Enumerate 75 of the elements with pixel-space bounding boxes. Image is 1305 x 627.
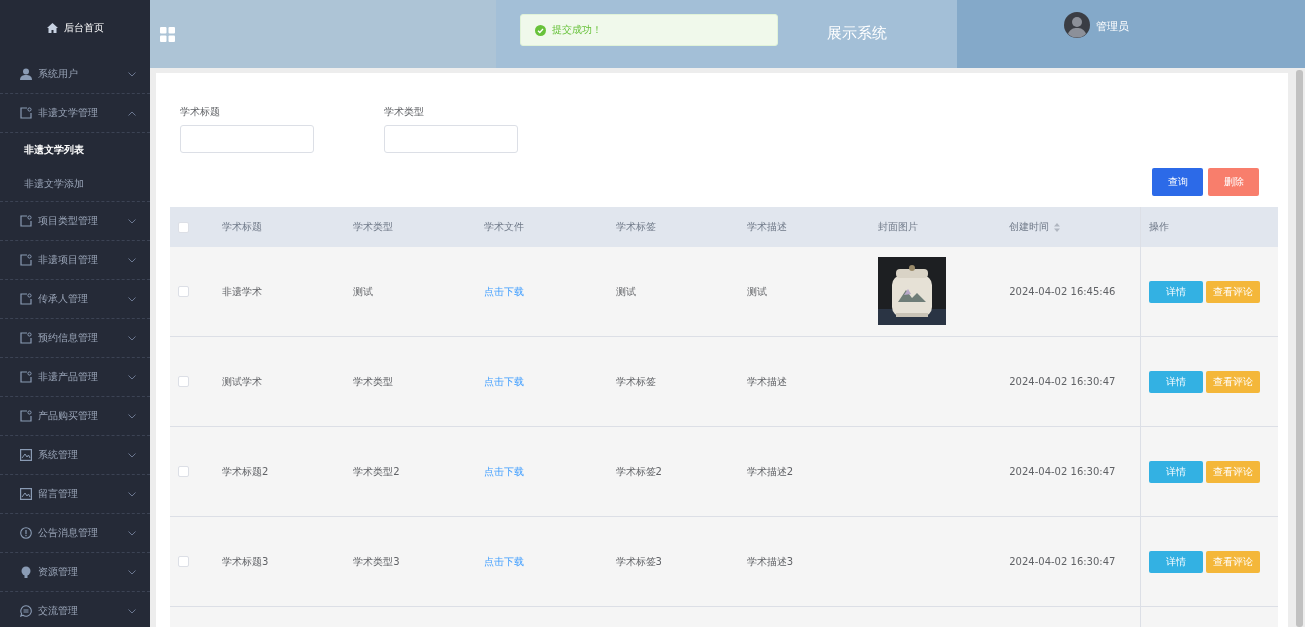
table-cell: 学术标题2	[222, 465, 269, 477]
table-cell: 2024-04-02 16:30:47	[1009, 376, 1116, 387]
user-icon	[20, 68, 32, 80]
document-icon	[20, 293, 32, 305]
grid-menu-icon[interactable]	[159, 26, 175, 42]
field-label: 学术类型	[384, 105, 425, 119]
document-icon	[20, 332, 32, 344]
column-header: 学术类型	[353, 221, 394, 232]
column-header: 创建时间	[1009, 221, 1050, 232]
document-icon	[20, 410, 32, 422]
scrollbar[interactable]	[1296, 70, 1303, 627]
table-cell: 学术类型2	[353, 465, 400, 477]
image-icon	[20, 488, 32, 500]
table-cell: 测试	[615, 285, 636, 297]
chevron-icon	[128, 110, 136, 116]
column-header: 学术文件	[484, 221, 525, 232]
table-cell: 学术描述3	[746, 555, 794, 567]
table-cell: 学术描述2	[746, 465, 794, 477]
table-cell: 非遗学术	[222, 285, 262, 297]
bulb-icon	[20, 566, 32, 578]
home-icon	[46, 22, 58, 33]
document-icon	[20, 215, 32, 227]
column-header: 学术标题	[222, 221, 262, 232]
column-header: 学术标签	[615, 221, 656, 232]
table-cell: 2024-04-02 16:45:46	[1009, 286, 1116, 297]
checkbox[interactable]	[178, 556, 189, 568]
chevron-icon	[128, 374, 136, 380]
chevron-icon	[128, 608, 136, 614]
toast-message: 提交成功！	[552, 23, 602, 37]
input-field[interactable]	[384, 125, 518, 153]
table-cell: 测试	[353, 285, 374, 297]
table-cell: 学术标签	[615, 375, 656, 387]
chevron-icon	[128, 569, 136, 575]
table-cell: 学术标签3	[615, 555, 662, 567]
sort-icon[interactable]	[1054, 222, 1061, 232]
home-menu-item[interactable]: 后台首页	[0, 0, 150, 55]
info-icon	[20, 527, 32, 539]
chevron-icon	[128, 452, 136, 458]
avatar[interactable]	[1063, 12, 1090, 38]
checkbox[interactable]	[178, 221, 189, 233]
table-cell: 2024-04-02 16:30:47	[1009, 556, 1116, 567]
checkbox[interactable]	[178, 466, 189, 478]
document-icon	[20, 254, 32, 266]
table-cell: 2024-04-02 16:30:47	[1009, 466, 1116, 477]
table-cell: 学术标题3	[222, 555, 269, 567]
document-icon	[20, 371, 32, 383]
chevron-icon	[128, 71, 136, 77]
chevron-icon	[128, 257, 136, 263]
query-button[interactable]: 查询	[1152, 168, 1203, 196]
document-icon	[20, 107, 32, 119]
checkbox[interactable]	[178, 376, 189, 388]
checkbox[interactable]	[178, 286, 189, 298]
table-cell: 学术类型	[353, 375, 394, 387]
field-label: 学术标题	[180, 105, 221, 119]
chevron-icon	[128, 218, 136, 224]
column-header: 学术描述	[746, 221, 787, 232]
chat-icon	[20, 605, 32, 617]
table-cell: 学术类型3	[353, 555, 400, 567]
input-field[interactable]	[180, 125, 314, 153]
chevron-icon	[128, 491, 136, 497]
system-title: 展示系统	[826, 24, 887, 43]
chevron-icon	[128, 530, 136, 536]
table-cell: 测试学术	[222, 375, 262, 387]
column-header: 操作	[1149, 221, 1169, 232]
table-cell: 学术标签2	[615, 465, 662, 477]
submenu-item[interactable]: 非遗文学添加	[0, 167, 150, 201]
check-circle-icon	[535, 24, 546, 36]
chevron-icon	[128, 296, 136, 302]
table-cell: 学术描述	[746, 375, 787, 387]
image-icon	[20, 449, 32, 461]
submenu-item[interactable]: 非遗文学列表	[0, 133, 150, 167]
table-cell: 测试	[746, 285, 767, 297]
chevron-icon	[128, 335, 136, 341]
column-header: 封面图片	[878, 221, 918, 232]
chevron-icon	[128, 413, 136, 419]
